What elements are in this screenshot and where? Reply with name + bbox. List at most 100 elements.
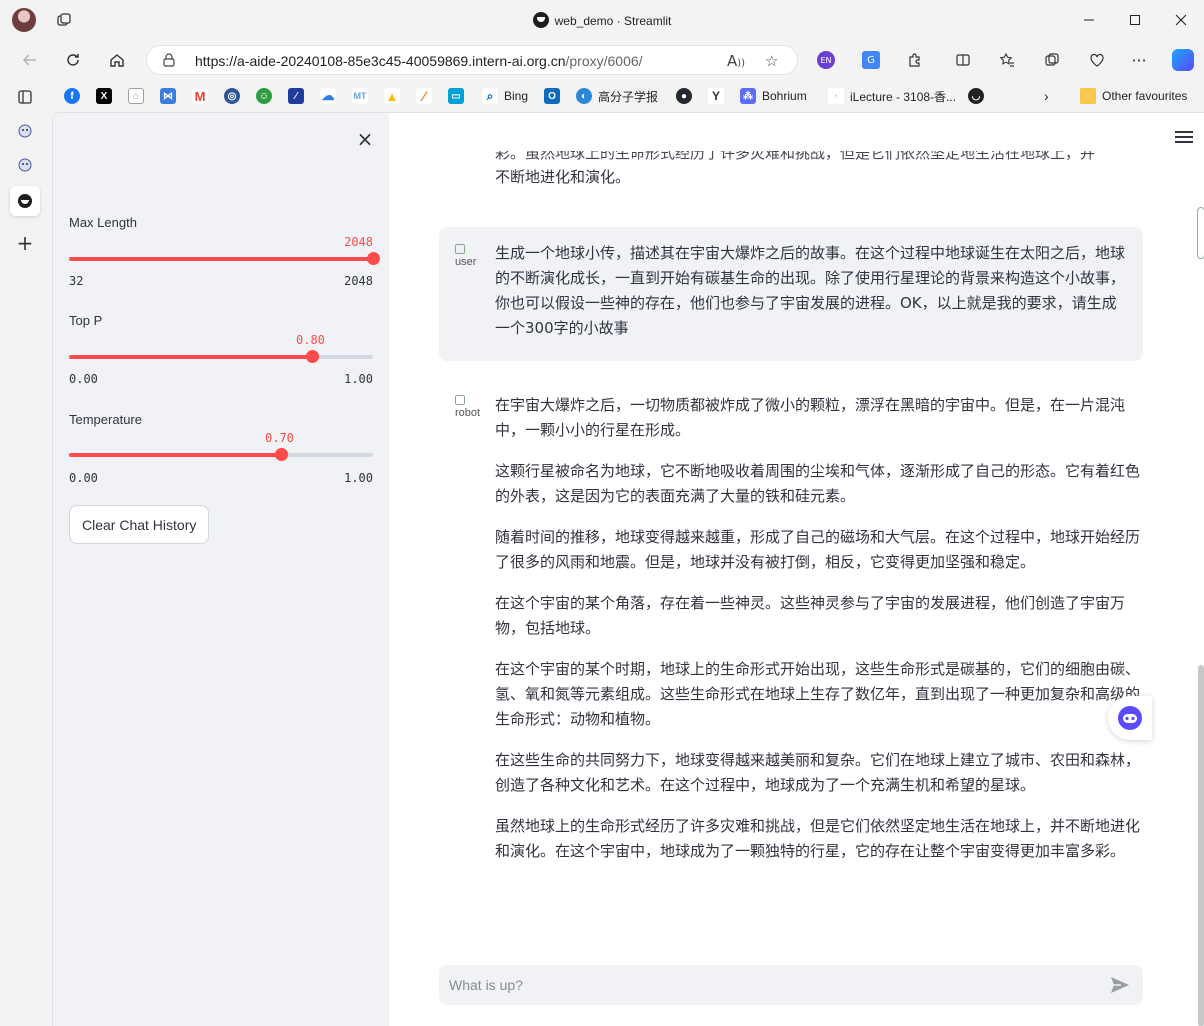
url-text[interactable]: https://a-aide-20240108-85e3c45-40059869… [195,53,643,69]
slider-max-length-fill [69,257,373,261]
bookmark-gmail[interactable]: M [192,85,208,107]
page-scroll-handle[interactable] [1197,207,1204,259]
slider-temperature-value: 0.70 [265,431,294,445]
url-path: /proxy/6006/ [565,53,643,69]
refresh-button[interactable] [61,48,85,72]
user-message: user 生成一个地球小传，描述其在宇宙大爆炸之后的故事。在这个过程中地球诞生在… [439,227,1143,361]
window-title-text: web_demo · Streamlit [554,14,672,28]
slider-top-p-label: Top P [69,313,103,328]
floating-assistant-button[interactable] [1108,696,1152,740]
bookmark-ilecture-label: iLecture - 3108-香... [850,89,957,104]
window-title: web_demo · Streamlit [0,12,1204,28]
bookmark-bing-label: Bing [504,89,529,103]
slider-top-p-track[interactable] [69,350,373,363]
slider-temperature-max: 1.00 [344,471,373,485]
bookmark-university[interactable]: ◎ [224,85,240,107]
assistant-paragraph: 这颗行星被命名为地球，它不断地吸收着周围的尘埃和气体，逐渐形成了自己的形态。它有… [495,462,1141,505]
assistant-paragraph: 在这些生命的共同努力下，地球变得越来越美丽和复杂。它们在地球上建立了城市、农田和… [495,751,1141,794]
bookmark-bilibili[interactable]: ▭ [448,85,464,107]
page-viewport: × Max Length 2048 32 2048 Top P 0.80 0.0… [52,112,1204,1026]
extensions-icon[interactable] [906,51,924,69]
bookmark-bohrium[interactable]: ⁂ Bohrium [740,85,807,107]
slider-max-length-track[interactable] [69,252,380,265]
collections-icon[interactable] [1043,51,1061,69]
bookmark-facebook[interactable]: f [64,85,80,107]
close-window-button[interactable] [1166,8,1196,32]
split-screen-icon[interactable] [954,51,972,69]
url-field[interactable]: https://a-aide-20240108-85e3c45-40059869… [146,45,798,75]
assistant-paragraph: 随着时间的推移，地球变得越来越重，形成了自己的磁场和大气层。在这个过程中，地球开… [495,528,1141,571]
new-tab-plus-icon[interactable]: + [10,228,40,258]
bookmark-mt[interactable]: MT [352,85,368,107]
favorite-star-icon[interactable]: ☆ [765,52,778,70]
home-icon: ⌂ [128,88,144,104]
bookmarks-overflow-chevron[interactable]: › [1044,85,1049,107]
slider-temperature-fill [69,453,281,457]
maximize-button[interactable] [1120,8,1150,32]
previous-tail-line-1: 彩。虽然地球上的生命形式经历了许多灾难和挑战，但是它们依然坚定地生活在地球上，并 [495,144,1096,162]
copilot-icon[interactable] [1172,49,1194,71]
ilecture-icon: · [828,88,844,104]
slider-top-p-min: 0.00 [69,372,98,386]
chat-input[interactable] [439,965,1099,1005]
main-chat-area: 彩。虽然地球上的生命形式经历了许多灾难和挑战，但是它们依然坚定地生活在地球上，并… [389,113,1204,1026]
user-avatar-alt: user [455,256,477,268]
slider-temperature-track[interactable] [69,448,373,461]
bilibili-icon: ▭ [448,88,464,104]
bookmark-bing[interactable]: ⌕ Bing [482,85,528,107]
slider-temperature-min: 0.00 [69,471,98,485]
send-icon[interactable] [1109,975,1131,995]
close-sidebar-icon[interactable]: × [355,127,375,151]
slider-temperature-thumb[interactable] [275,448,288,461]
lock-icon[interactable] [163,53,175,67]
assistant-paragraph: 在这个宇宙的某个时期，地球上的生命形式开始出现，这些生命形式是碳基的，它们的细胞… [495,660,1141,728]
bookmark-github[interactable]: ● [676,85,692,107]
tab-actions-icon[interactable] [10,82,40,112]
health-icon[interactable] [1088,51,1106,69]
google-translate-icon[interactable]: G [862,51,880,69]
favorites-icon[interactable] [998,51,1016,69]
app-menu-icon[interactable] [1175,131,1193,145]
bookmark-tiger[interactable]: ⁄ [288,85,304,107]
slider-top-p-max: 1.00 [344,372,373,386]
previous-tail-line-2: 不断地进化和演化。 [495,168,631,186]
translate-en-icon[interactable]: EN [817,51,835,69]
tab-internlm-2[interactable] [10,150,40,180]
assistant-message-text: 在宇宙大爆炸之后，一切物质都被炸成了微小的颗粒，漂浮在黑暗的宇宙中。但是，在一片… [495,393,1143,880]
bookmark-m365[interactable]: ⋈ [160,85,176,107]
page-scrollbar-thumb[interactable] [1198,665,1204,1026]
home-button[interactable] [105,48,129,72]
assistant-paragraph: 在宇宙大爆炸之后，一切物质都被炸成了微小的颗粒，漂浮在黑暗的宇宙中。但是，在一片… [495,396,1126,439]
bookmark-cloud[interactable]: ☁ [320,85,336,107]
back-button[interactable] [18,48,42,72]
assistant-paragraph: 虽然地球上的生命形式经历了许多灾难和挑战，但是它们依然坚定地生活在地球上，并不断… [495,817,1141,860]
user-avatar: user [455,244,483,274]
more-menu-icon[interactable]: ··· [1130,51,1148,70]
slider-top-p-thumb[interactable] [306,350,319,363]
m365-icon: ⋈ [160,88,176,104]
read-aloud-icon[interactable]: A)) [727,52,745,70]
bookmark-home[interactable]: ⌂ [128,85,144,107]
tab-streamlit-active[interactable] [10,186,40,216]
other-favourites-folder[interactable]: Other favourites [1080,85,1187,107]
tab-internlm-1[interactable] [10,116,40,146]
slider-temperature: Temperature 0.70 0.00 1.00 [69,412,373,492]
minimize-button[interactable] [1074,8,1104,32]
bookmark-streamlit[interactable]: ◡ [968,85,984,107]
bookmark-drive[interactable]: ▲ [384,85,400,107]
bookmark-outlook[interactable]: O [544,85,560,107]
bookmark-y[interactable]: Y [708,85,724,107]
outlook-icon: O [544,88,560,104]
bookmark-bot[interactable]: ☺ [256,85,272,107]
bookmark-x[interactable]: X [96,85,112,107]
clear-chat-history-button[interactable]: Clear Chat History [69,505,210,544]
slider-max-length: Max Length 2048 32 2048 [69,215,380,295]
folder-icon [1080,88,1096,104]
bookmark-journal[interactable]: ◐ 高分子学报 [576,85,658,107]
bohrium-icon: ⁂ [740,88,756,104]
bookmark-slash[interactable]: ⁄ [416,85,432,107]
bookmark-ilecture[interactable]: · iLecture - 3108-香... [828,85,956,107]
slider-max-length-thumb[interactable] [367,252,380,265]
window-titlebar: web_demo · Streamlit [0,0,1204,40]
slider-max-length-max: 2048 [344,274,373,288]
